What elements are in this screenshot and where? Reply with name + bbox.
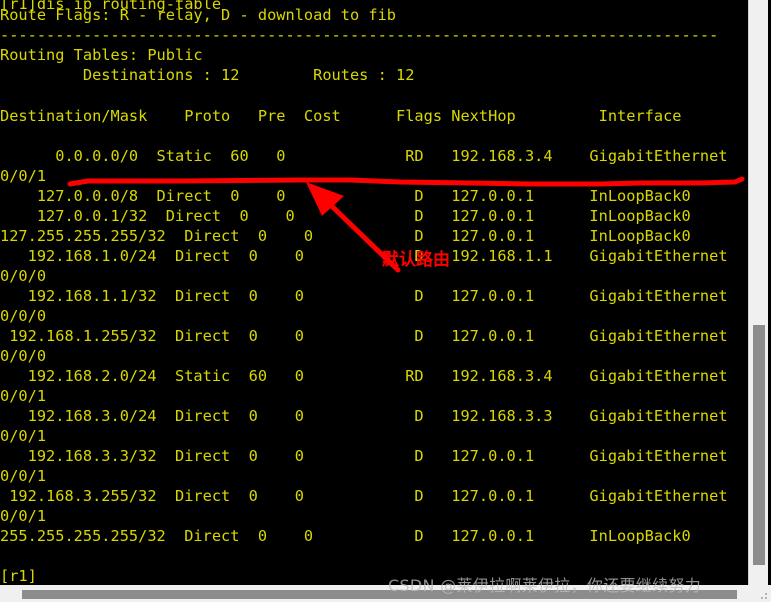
terminal-line: Routing Tables: Public [0,46,203,64]
terminal-line: ----------------------------------------… [0,26,719,44]
terminal-line: 192.168.1.0/24 Direct 0 0 D 192.168.1.1 … [0,247,728,265]
scrollbar-corner [748,585,771,602]
terminal-line: 127.0.0.1/32 Direct 0 0 D 127.0.0.1 InLo… [0,207,691,225]
terminal-output-area[interactable]: [r1]dis ip routing-table Route Flags: R … [0,0,748,585]
annotation-note-default-route: 默认路由 [382,250,450,270]
terminal-line: 0/0/1 [0,427,47,445]
terminal-line: 0/0/0 [0,307,47,325]
watermark-text: CSDN @莱伊拉啊莱伊拉，你还要继续努力 [388,576,702,595]
terminal-line: 192.168.1.1/32 Direct 0 0 D 127.0.0.1 Gi… [0,287,728,305]
terminal-line: 0/0/1 [0,507,47,525]
terminal-line-column-headers: Destination/Mask Proto Pre Cost Flags Ne… [0,107,682,125]
vertical-scrollbar-thumb[interactable] [753,325,765,565]
terminal-line: Route Flags: R - relay, D - download to … [0,6,397,24]
terminal-line: 192.168.3.3/32 Direct 0 0 D 127.0.0.1 Gi… [0,447,728,465]
resize-grip-icon[interactable] [761,593,768,600]
vertical-scrollbar[interactable] [748,0,768,585]
terminal-line: 127.255.255.255/32 Direct 0 0 D 127.0.0.… [0,227,691,245]
terminal-line: 192.168.3.255/32 Direct 0 0 D 127.0.0.1 … [0,487,728,505]
terminal-line: 255.255.255.255/32 Direct 0 0 D 127.0.0.… [0,527,691,545]
terminal-line: 0/0/1 [0,467,47,485]
terminal-line: 0/0/1 [0,167,47,185]
terminal-line: 0/0/1 [0,387,47,405]
terminal-line: 192.168.2.0/24 Static 60 0 RD 192.168.3.… [0,367,728,385]
terminal-line: Destinations : 12 Routes : 12 [0,66,415,84]
terminal-line: 192.168.1.255/32 Direct 0 0 D 127.0.0.1 … [0,327,728,345]
terminal-prompt-line: [r1] [0,567,37,585]
terminal-window: [r1]dis ip routing-table Route Flags: R … [0,0,771,602]
terminal-line: 0/0/0 [0,267,47,285]
terminal-line: 0.0.0.0/0 Static 60 0 RD 192.168.3.4 Gig… [0,147,728,165]
terminal-line: 0/0/0 [0,347,47,365]
terminal-line: 127.0.0.0/8 Direct 0 0 D 127.0.0.1 InLoo… [0,187,691,205]
terminal-line: 192.168.3.0/24 Direct 0 0 D 192.168.3.3 … [0,407,728,425]
